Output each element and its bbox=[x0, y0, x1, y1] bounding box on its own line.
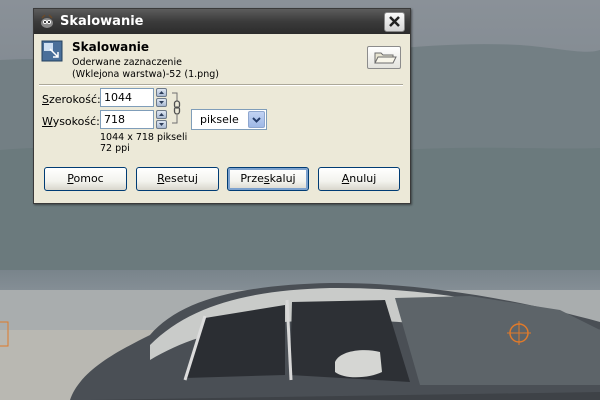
close-icon bbox=[389, 16, 400, 27]
chain-link-toggle[interactable] bbox=[171, 89, 183, 127]
close-button[interactable] bbox=[384, 12, 405, 32]
gimp-icon bbox=[39, 14, 55, 29]
dropdown-button[interactable] bbox=[248, 111, 265, 128]
title-bar[interactable]: Skalowanie bbox=[34, 9, 410, 34]
scale-dialog: Skalowanie Skalowanie Oderwane zaznaczen… bbox=[33, 8, 411, 204]
open-folder-icon bbox=[374, 52, 397, 64]
arrow-up-icon bbox=[159, 91, 164, 94]
unit-select[interactable]: piksele bbox=[191, 109, 267, 130]
resolution-info: 72 ppi bbox=[100, 143, 130, 154]
cancel-button[interactable]: Anuluj bbox=[318, 167, 400, 191]
chevron-down-icon bbox=[252, 117, 261, 123]
scale-layer-icon bbox=[41, 40, 63, 62]
height-increment-button[interactable] bbox=[156, 110, 167, 119]
arrow-down-icon bbox=[159, 101, 164, 104]
arrow-up-icon bbox=[159, 113, 164, 116]
height-spinner[interactable] bbox=[156, 110, 167, 129]
scale-button[interactable]: Przeskaluj bbox=[227, 167, 309, 191]
height-input[interactable]: 718 bbox=[100, 110, 154, 129]
window-title: Skalowanie bbox=[60, 14, 144, 29]
chain-link-icon bbox=[172, 92, 181, 124]
pixel-dimensions: 1044 x 718 pikseli bbox=[100, 132, 188, 143]
height-label: Wysokość: bbox=[42, 115, 100, 128]
arrow-down-icon bbox=[159, 123, 164, 126]
width-label: Szerokość: bbox=[42, 93, 101, 106]
width-spinner[interactable] bbox=[156, 88, 167, 107]
width-input[interactable]: 1044 bbox=[100, 88, 154, 107]
reset-button[interactable]: Resetuj bbox=[136, 167, 219, 191]
open-folder-button[interactable] bbox=[367, 46, 401, 69]
width-increment-button[interactable] bbox=[156, 88, 167, 97]
width-decrement-button[interactable] bbox=[156, 98, 167, 107]
help-button[interactable]: Pomoc bbox=[44, 167, 127, 191]
unit-value: piksele bbox=[200, 113, 239, 126]
height-decrement-button[interactable] bbox=[156, 120, 167, 129]
header-separator bbox=[39, 84, 403, 86]
dialog-heading: Skalowanie bbox=[72, 40, 150, 54]
dialog-subtitle: Oderwane zaznaczenie bbox=[72, 57, 182, 68]
layer-name: (Wklejona warstwa)-52 (1.png) bbox=[72, 69, 219, 80]
